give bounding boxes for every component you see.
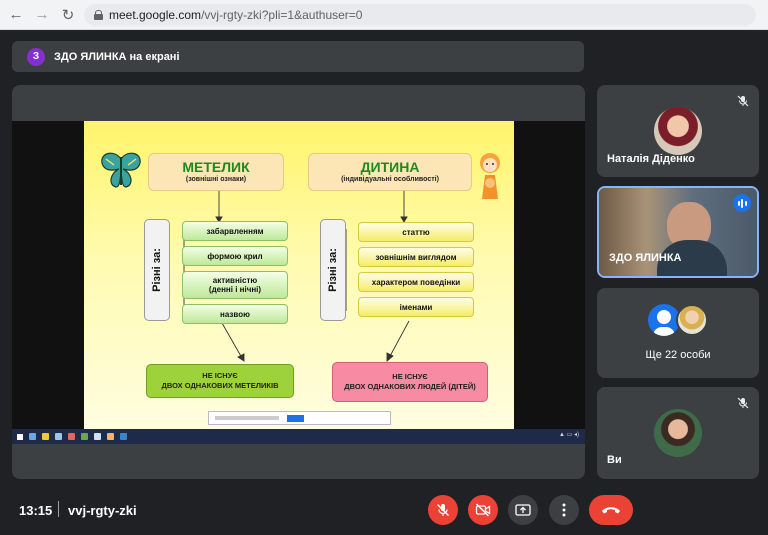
mic-off-icon bbox=[737, 95, 749, 107]
presenting-label: ЗДО ЯЛИНКА на екрані bbox=[54, 50, 180, 63]
butterfly-trait-wing-shape: формою крил bbox=[182, 246, 288, 266]
more-vert-icon bbox=[562, 503, 566, 517]
participant-name: ЗДО ЯЛИНКА bbox=[609, 252, 682, 264]
presenting-banner: З ЗДО ЯЛИНКА на екрані bbox=[12, 41, 584, 72]
taskbar-app-icon[interactable] bbox=[68, 433, 75, 440]
child-trait-gender: статтю bbox=[358, 222, 474, 242]
no-identical-people-box: НЕ ІСНУЄ ДВОХ ОДНАКОВИХ ЛЮДЕЙ (ДІТЕЙ) bbox=[332, 362, 488, 402]
back-arrow-icon[interactable]: ← bbox=[6, 5, 26, 25]
child-differs-by-label: Різні за: bbox=[320, 219, 346, 321]
participant-avatar bbox=[654, 107, 702, 155]
butterfly-trait-color: забарвленням bbox=[182, 221, 288, 241]
notice-text-placeholder bbox=[215, 416, 279, 420]
taskbar-app-icon[interactable] bbox=[107, 433, 114, 440]
notice-stop-button[interactable] bbox=[287, 414, 305, 422]
slide: МЕТЕЛИК (зовнішні ознаки) ДИТИНА (індиві… bbox=[84, 121, 514, 429]
separator bbox=[58, 501, 59, 517]
url-host: meet.google.com bbox=[109, 8, 202, 22]
presenter-avatar-badge: З bbox=[27, 47, 45, 66]
taskbar-app-icon[interactable] bbox=[94, 433, 101, 440]
meeting-controls-bar: 13:15 vvj-rgty-zki bbox=[0, 484, 768, 535]
windows-taskbar: ▲ ▭ ◂) bbox=[12, 429, 585, 444]
participant-tile-active[interactable]: ЗДО ЯЛИНКА bbox=[597, 186, 759, 278]
participant-name: Наталія Діденко bbox=[607, 153, 695, 165]
butterfly-trait-activity: активністю (денні і нічні) bbox=[182, 271, 288, 299]
meeting-time: 13:15 bbox=[19, 503, 53, 518]
screen-share-notice bbox=[208, 411, 391, 425]
hang-up-icon bbox=[602, 507, 620, 514]
presentation-stage: МЕТЕЛИК (зовнішні ознаки) ДИТИНА (індиві… bbox=[12, 85, 585, 479]
windows-start-icon[interactable] bbox=[17, 433, 23, 440]
camera-off-icon bbox=[475, 503, 491, 517]
butterfly-trait-name: назвою bbox=[182, 304, 288, 324]
taskbar-app-icon[interactable] bbox=[81, 433, 88, 440]
notice-hide-link[interactable] bbox=[308, 416, 312, 421]
child-trait-behavior: характером поведінки bbox=[358, 272, 474, 292]
speaking-indicator-icon bbox=[733, 194, 751, 212]
url-path: /vvj-rgty-zki?pli=1&authuser=0 bbox=[201, 8, 363, 22]
camera-toggle-button[interactable] bbox=[468, 495, 498, 525]
taskbar-app-icon[interactable] bbox=[29, 433, 36, 440]
present-screen-button[interactable] bbox=[508, 495, 538, 525]
person-icon bbox=[657, 310, 671, 324]
participant-tile[interactable]: Наталія Діденко bbox=[597, 85, 759, 177]
self-name: Ви bbox=[607, 454, 622, 466]
microphone-toggle-button[interactable] bbox=[428, 495, 458, 525]
lock-icon bbox=[94, 10, 103, 20]
browser-toolbar: ← → ↻ meet.google.com/vvj-rgty-zki?pli=1… bbox=[0, 0, 768, 30]
mic-off-icon bbox=[737, 397, 749, 409]
person-shoulders bbox=[653, 327, 675, 336]
no-identical-butterflies-box: НЕ ІСНУЄ ДВОХ ОДНАКОВИХ МЕТЕЛИКІВ bbox=[146, 364, 294, 398]
more-participants-label: Ще 22 особи bbox=[645, 349, 711, 361]
forward-arrow-icon[interactable]: → bbox=[32, 5, 52, 25]
reload-icon[interactable]: ↻ bbox=[58, 5, 78, 25]
more-participants-tile[interactable]: Ще 22 особи bbox=[597, 288, 759, 378]
taskbar-app-icon[interactable] bbox=[42, 433, 49, 440]
child-trait-names: іменами bbox=[358, 297, 474, 317]
shared-screen: МЕТЕЛИК (зовнішні ознаки) ДИТИНА (індиві… bbox=[12, 121, 585, 444]
present-screen-icon bbox=[515, 504, 531, 516]
mic-off-icon bbox=[437, 504, 449, 516]
participant-avatar-photo bbox=[676, 304, 708, 336]
meeting-code: vvj-rgty-zki bbox=[68, 503, 137, 518]
child-trait-appearance: зовнішнім виглядом bbox=[358, 247, 474, 267]
leave-call-button[interactable] bbox=[589, 495, 633, 525]
more-options-button[interactable] bbox=[549, 495, 579, 525]
taskbar-system-tray: ▲ ▭ ◂) bbox=[559, 432, 579, 438]
self-avatar bbox=[654, 409, 702, 457]
address-bar[interactable]: meet.google.com/vvj-rgty-zki?pli=1&authu… bbox=[84, 4, 756, 26]
taskbar-app-icon[interactable] bbox=[120, 433, 127, 440]
self-tile[interactable]: Ви bbox=[597, 387, 759, 479]
taskbar-app-icon[interactable] bbox=[55, 433, 62, 440]
butterfly-differs-by-label: Різні за: bbox=[144, 219, 170, 321]
